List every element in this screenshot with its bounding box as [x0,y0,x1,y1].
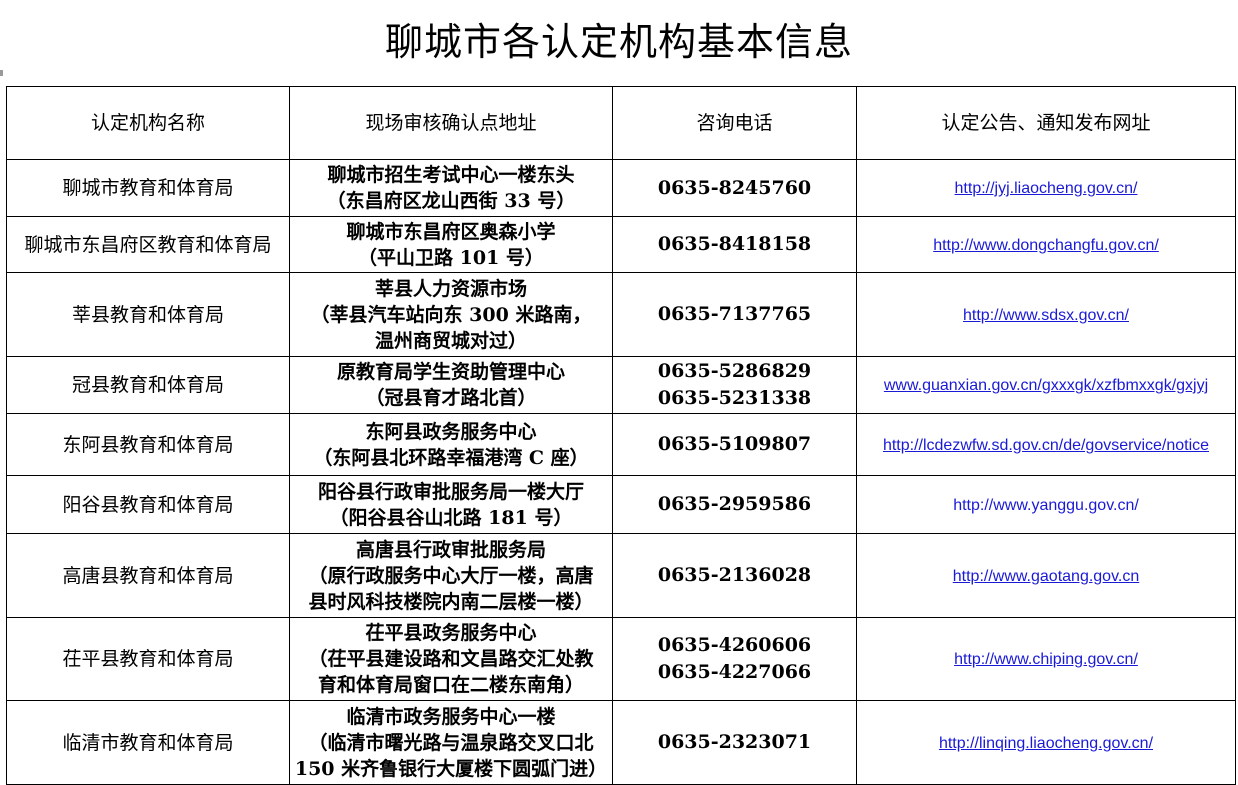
header-row: 认定机构名称 现场审核确认点地址 咨询电话 认定公告、通知发布网址 [6,86,1236,160]
phone-cell: 0635-5109807 [612,413,857,476]
notice-url-link[interactable]: http://www.chiping.gov.cn/ [954,651,1138,668]
notice-url-link[interactable]: http://www.yanggu.gov.cn/ [953,497,1139,514]
table-row: 东阿县教育和体育局 东阿县政务服务中心 （东阿县北环路幸福港湾 C 座） 0635-5… [6,413,1236,476]
table-row: 莘县教育和体育局 莘县人力资源市场 （莘县汽车站向东 300 米路南， 温州商贸城对过… [6,272,1236,357]
phone-cell: 0635-2323071 [612,700,857,785]
url-cell: http://jyj.liaocheng.gov.cn/ [856,159,1236,217]
phone-number: 0635-8418158 [657,233,812,255]
address-cell: 聊城市东昌府区奥森小学 （平山卫路 101 号） [289,216,613,273]
notice-url-link[interactable]: http://www.sdsx.gov.cn/ [963,307,1129,324]
notice-url-link[interactable]: http://lcdezwfw.sd.gov.cn/de/govservice/… [883,437,1209,454]
address-cell: 东阿县政务服务中心 （东阿县北环路幸福港湾 C 座） [289,413,613,476]
address-line: 县时风科技楼院内南二层楼一楼） [308,590,594,613]
phone-number: 0635-4260606 [657,634,812,656]
phone-cell: 0635-2959586 [612,475,857,534]
org-name-cell: 聊城市东昌府区教育和体育局 [6,216,290,273]
address-line: 高唐县行政审批服务局 [355,538,546,561]
phone-number: 0635-5231338 [657,387,812,409]
phone-number: 0635-2323071 [657,731,812,753]
address-line: 聊城市招生考试中心一楼东头 [327,164,575,186]
phone-cell: 0635-5286829 0635-5231338 [612,356,857,414]
table-body: 聊城市教育和体育局 聊城市招生考试中心一楼东头 （东昌府区龙山西街 33 号） 063… [6,159,1236,785]
address-line: 育和体育局窗口在二楼东南角） [317,674,584,696]
phone-number: 0635-4227066 [657,661,812,683]
address-line: 原教育局学生资助管理中心 [336,361,565,383]
corner-marker [0,70,3,76]
url-cell: http://www.sdsx.gov.cn/ [856,272,1236,357]
notice-url-link[interactable]: http://www.gaotang.gov.cn [953,568,1139,585]
table-row: 高唐县教育和体育局 高唐县行政审批服务局 （原行政服务中心大厅一楼，高唐 县时风科技楼… [6,533,1236,618]
org-name-cell: 茌平县教育和体育局 [6,617,290,701]
address-line: （东昌府区龙山西街 33 号） [326,190,576,212]
url-cell: www.guanxian.gov.cn/gxxxgk/xzfbmxxgk/gxj… [856,356,1236,414]
address-cell: 茌平县政务服务中心 （茌平县建设路和文昌路交汇处教 育和体育局窗口在二楼东南角） [289,617,613,701]
address-line: （原行政服务中心大厅一楼，高唐 [308,564,594,587]
phone-number: 0635-5286829 [657,360,812,382]
address-line: （莘县汽车站向东 300 米路南， [310,303,592,326]
address-line: 聊城市东昌府区奥森小学 [346,220,556,243]
phone-number: 0635-2136028 [657,564,812,586]
column-header-org: 认定机构名称 [6,86,290,160]
phone-cell: 0635-8245760 [612,159,857,217]
notice-url-link[interactable]: http://jyj.liaocheng.gov.cn/ [955,180,1138,197]
column-header-phone: 咨询电话 [612,86,857,160]
notice-url-link[interactable]: www.guanxian.gov.cn/gxxxgk/xzfbmxxgk/gxj… [884,377,1208,394]
phone-number: 0635-5109807 [657,433,812,455]
page-title: 聊城市各认定机构基本信息 [384,20,853,64]
info-table: 认定机构名称 现场审核确认点地址 咨询电话 认定公告、通知发布网址 聊城市教育和… [6,86,1236,785]
address-line: 临清市政务服务中心一楼 [346,705,556,728]
table-row: 阳谷县教育和体育局 阳谷县行政审批服务局一楼大厅 （阳谷县谷山北路 181 号） 06… [6,475,1236,534]
url-cell: http://www.yanggu.gov.cn/ [856,475,1236,534]
url-cell: http://lcdezwfw.sd.gov.cn/de/govservice/… [856,413,1236,476]
table-row: 临清市教育和体育局 临清市政务服务中心一楼 （临清市曙光路与温泉路交叉口北 150 米… [6,700,1236,785]
notice-url-link[interactable]: http://www.dongchangfu.gov.cn/ [933,237,1159,254]
phone-number: 0635-8245760 [657,176,812,199]
address-line: （东阿县北环路幸福港湾 C 座） [313,446,589,469]
phone-cell: 0635-8418158 [612,216,857,273]
org-name-cell: 聊城市教育和体育局 [6,159,290,217]
address-line: 东阿县政务服务中心 [365,420,537,443]
table-row: 冠县教育和体育局 原教育局学生资助管理中心 （冠县育才路北首） 0635-528682… [6,356,1236,414]
address-line: 阳谷县行政审批服务局一楼大厅 [317,480,584,503]
address-cell: 高唐县行政审批服务局 （原行政服务中心大厅一楼，高唐 县时风科技楼院内南二层楼一楼） [289,533,613,618]
org-name-cell: 临清市教育和体育局 [6,700,290,785]
address-cell: 原教育局学生资助管理中心 （冠县育才路北首） [289,356,613,414]
org-name-cell: 莘县教育和体育局 [6,272,290,357]
address-cell: 阳谷县行政审批服务局一楼大厅 （阳谷县谷山北路 181 号） [289,475,613,534]
address-cell: 莘县人力资源市场 （莘县汽车站向东 300 米路南， 温州商贸城对过） [289,272,613,357]
address-cell: 临清市政务服务中心一楼 （临清市曙光路与温泉路交叉口北 150 米齐鲁银行大厦楼下圆… [289,700,613,785]
table-row: 聊城市教育和体育局 聊城市招生考试中心一楼东头 （东昌府区龙山西街 33 号） 063… [6,159,1236,217]
address-line: 温州商贸城对过） [374,329,527,352]
phone-cell: 0635-7137765 [612,272,857,357]
column-header-address: 现场审核确认点地址 [289,86,613,160]
org-name-cell: 高唐县教育和体育局 [6,533,290,618]
phone-cell: 0635-2136028 [612,533,857,618]
phone-number: 0635-2959586 [657,493,812,515]
address-line: 150 米齐鲁银行大厦楼下圆弧门进） [294,757,608,780]
url-cell: http://www.gaotang.gov.cn [856,533,1236,618]
phone-cell: 0635-4260606 0635-4227066 [612,617,857,701]
url-cell: http://www.chiping.gov.cn/ [856,617,1236,701]
url-cell: http://www.dongchangfu.gov.cn/ [856,216,1236,273]
address-line: （临清市曙光路与温泉路交叉口北 [308,731,594,754]
address-line: （阳谷县谷山北路 181 号） [329,506,573,529]
address-line: （平山卫路 101 号） [358,246,544,269]
phone-number: 0635-7137765 [657,303,812,325]
url-cell: http://linqing.liaocheng.gov.cn/ [856,700,1236,785]
column-header-url: 认定公告、通知发布网址 [856,86,1236,160]
org-name-cell: 阳谷县教育和体育局 [6,475,290,534]
table-row: 茌平县教育和体育局 茌平县政务服务中心 （茌平县建设路和文昌路交汇处教 育和体育局窗口… [6,617,1236,701]
address-cell: 聊城市招生考试中心一楼东头 （东昌府区龙山西街 33 号） [289,159,613,217]
address-line: （茌平县建设路和文昌路交汇处教 [308,648,594,670]
table-row: 聊城市东昌府区教育和体育局 聊城市东昌府区奥森小学 （平山卫路 101 号） 0635… [6,216,1236,273]
address-line: 莘县人力资源市场 [374,277,527,300]
address-line: 茌平县政务服务中心 [365,622,537,644]
address-line: （冠县育才路北首） [365,387,537,409]
org-name-cell: 冠县教育和体育局 [6,356,290,414]
notice-url-link[interactable]: http://linqing.liaocheng.gov.cn/ [939,735,1153,752]
org-name-cell: 东阿县教育和体育局 [6,413,290,476]
